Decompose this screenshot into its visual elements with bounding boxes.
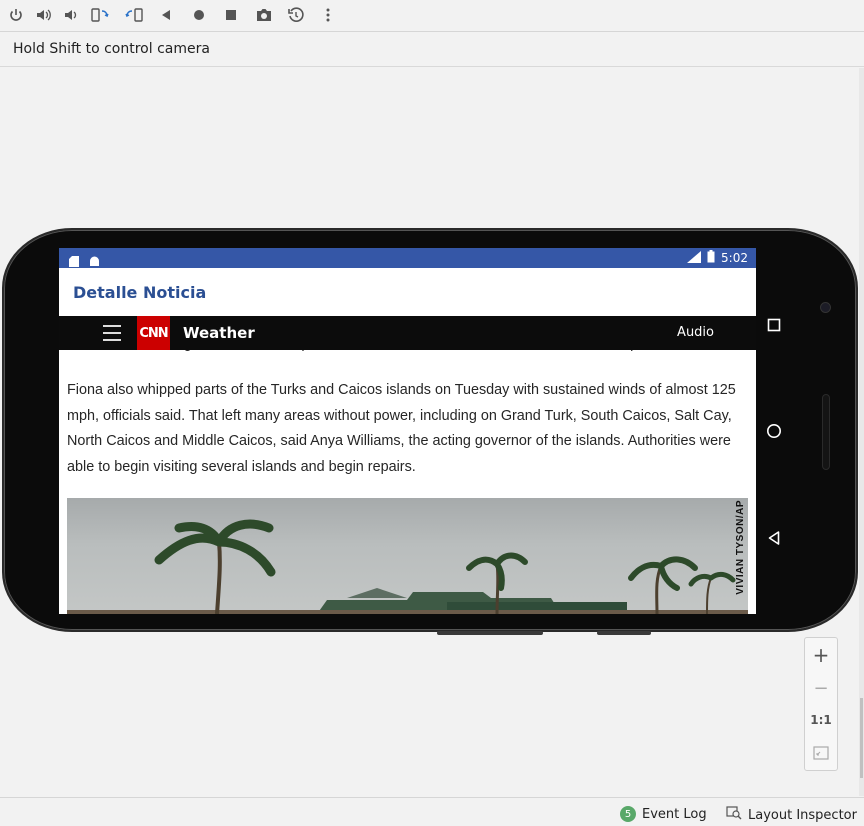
app-bar: Detalle Noticia [59, 268, 756, 316]
home-icon[interactable] [187, 4, 211, 26]
layout-inspector-icon [726, 806, 742, 824]
layout-inspector-label: Layout Inspector [748, 807, 857, 823]
photo-credit: VIVIAN TYSON/AP [735, 500, 746, 595]
event-log-badge: 5 [620, 806, 636, 822]
zoom-actual-size-button[interactable]: 1:1 [805, 705, 837, 735]
section-title: Weather [183, 324, 255, 342]
camera-icon[interactable] [252, 4, 276, 26]
article-paragraph: Fiona also whipped parts of the Turks an… [67, 382, 736, 475]
article-photo: VIVIAN TYSON/AP [67, 498, 748, 614]
nav-back-icon[interactable] [756, 524, 792, 552]
snapshot-icon[interactable] [284, 4, 308, 26]
front-camera [820, 302, 831, 313]
overview-icon[interactable] [219, 4, 243, 26]
signal-icon [687, 250, 702, 266]
power-icon[interactable] [4, 4, 28, 26]
app-title: Detalle Noticia [73, 283, 207, 302]
zoom-fit-icon[interactable] [805, 738, 837, 768]
recent-apps-icon[interactable] [756, 311, 792, 339]
vertical-scrollbar[interactable] [859, 68, 864, 796]
rotate-right-icon[interactable] [122, 4, 146, 26]
zoom-in-button[interactable]: + [805, 640, 837, 670]
menu-icon[interactable] [103, 325, 121, 341]
volume-up-icon[interactable] [32, 4, 56, 26]
volume-down-icon[interactable] [60, 4, 84, 26]
camera-hint-bar: Hold Shift to control camera [0, 33, 864, 67]
cnn-logo[interactable]: CNN [137, 316, 170, 350]
more-vert-icon[interactable] [316, 4, 340, 26]
back-icon[interactable] [154, 4, 178, 26]
android-nav-bar [756, 250, 792, 614]
status-time: 5:02 [721, 251, 748, 265]
device-screen: 5:02 Detalle Noticia this week, includin… [59, 248, 756, 614]
battery-icon [707, 250, 715, 266]
nav-home-icon[interactable] [756, 417, 792, 445]
emulator-toolbar [0, 0, 864, 32]
emulator-window: Hold Shift to control camera 5:02 Detall… [0, 0, 864, 826]
camera-hint-text: Hold Shift to control camera [13, 41, 210, 57]
layout-inspector-button[interactable]: Layout Inspector [726, 806, 857, 824]
audio-link[interactable]: Audio [677, 325, 714, 340]
event-log-button[interactable]: 5 Event Log [620, 806, 707, 822]
status-bar: 5:02 [59, 248, 756, 268]
bottom-status-bar: 5 Event Log Layout Inspector [0, 797, 864, 826]
device-hardware-button [597, 631, 651, 635]
zoom-controls: + − 1:1 [804, 637, 838, 771]
rotate-left-icon[interactable] [88, 4, 112, 26]
device-hardware-button [437, 631, 543, 635]
event-log-label: Event Log [642, 806, 707, 822]
zoom-out-button[interactable]: − [805, 673, 837, 703]
cnn-header: CNN Weather Audio [59, 316, 756, 350]
device-speaker [822, 394, 830, 470]
